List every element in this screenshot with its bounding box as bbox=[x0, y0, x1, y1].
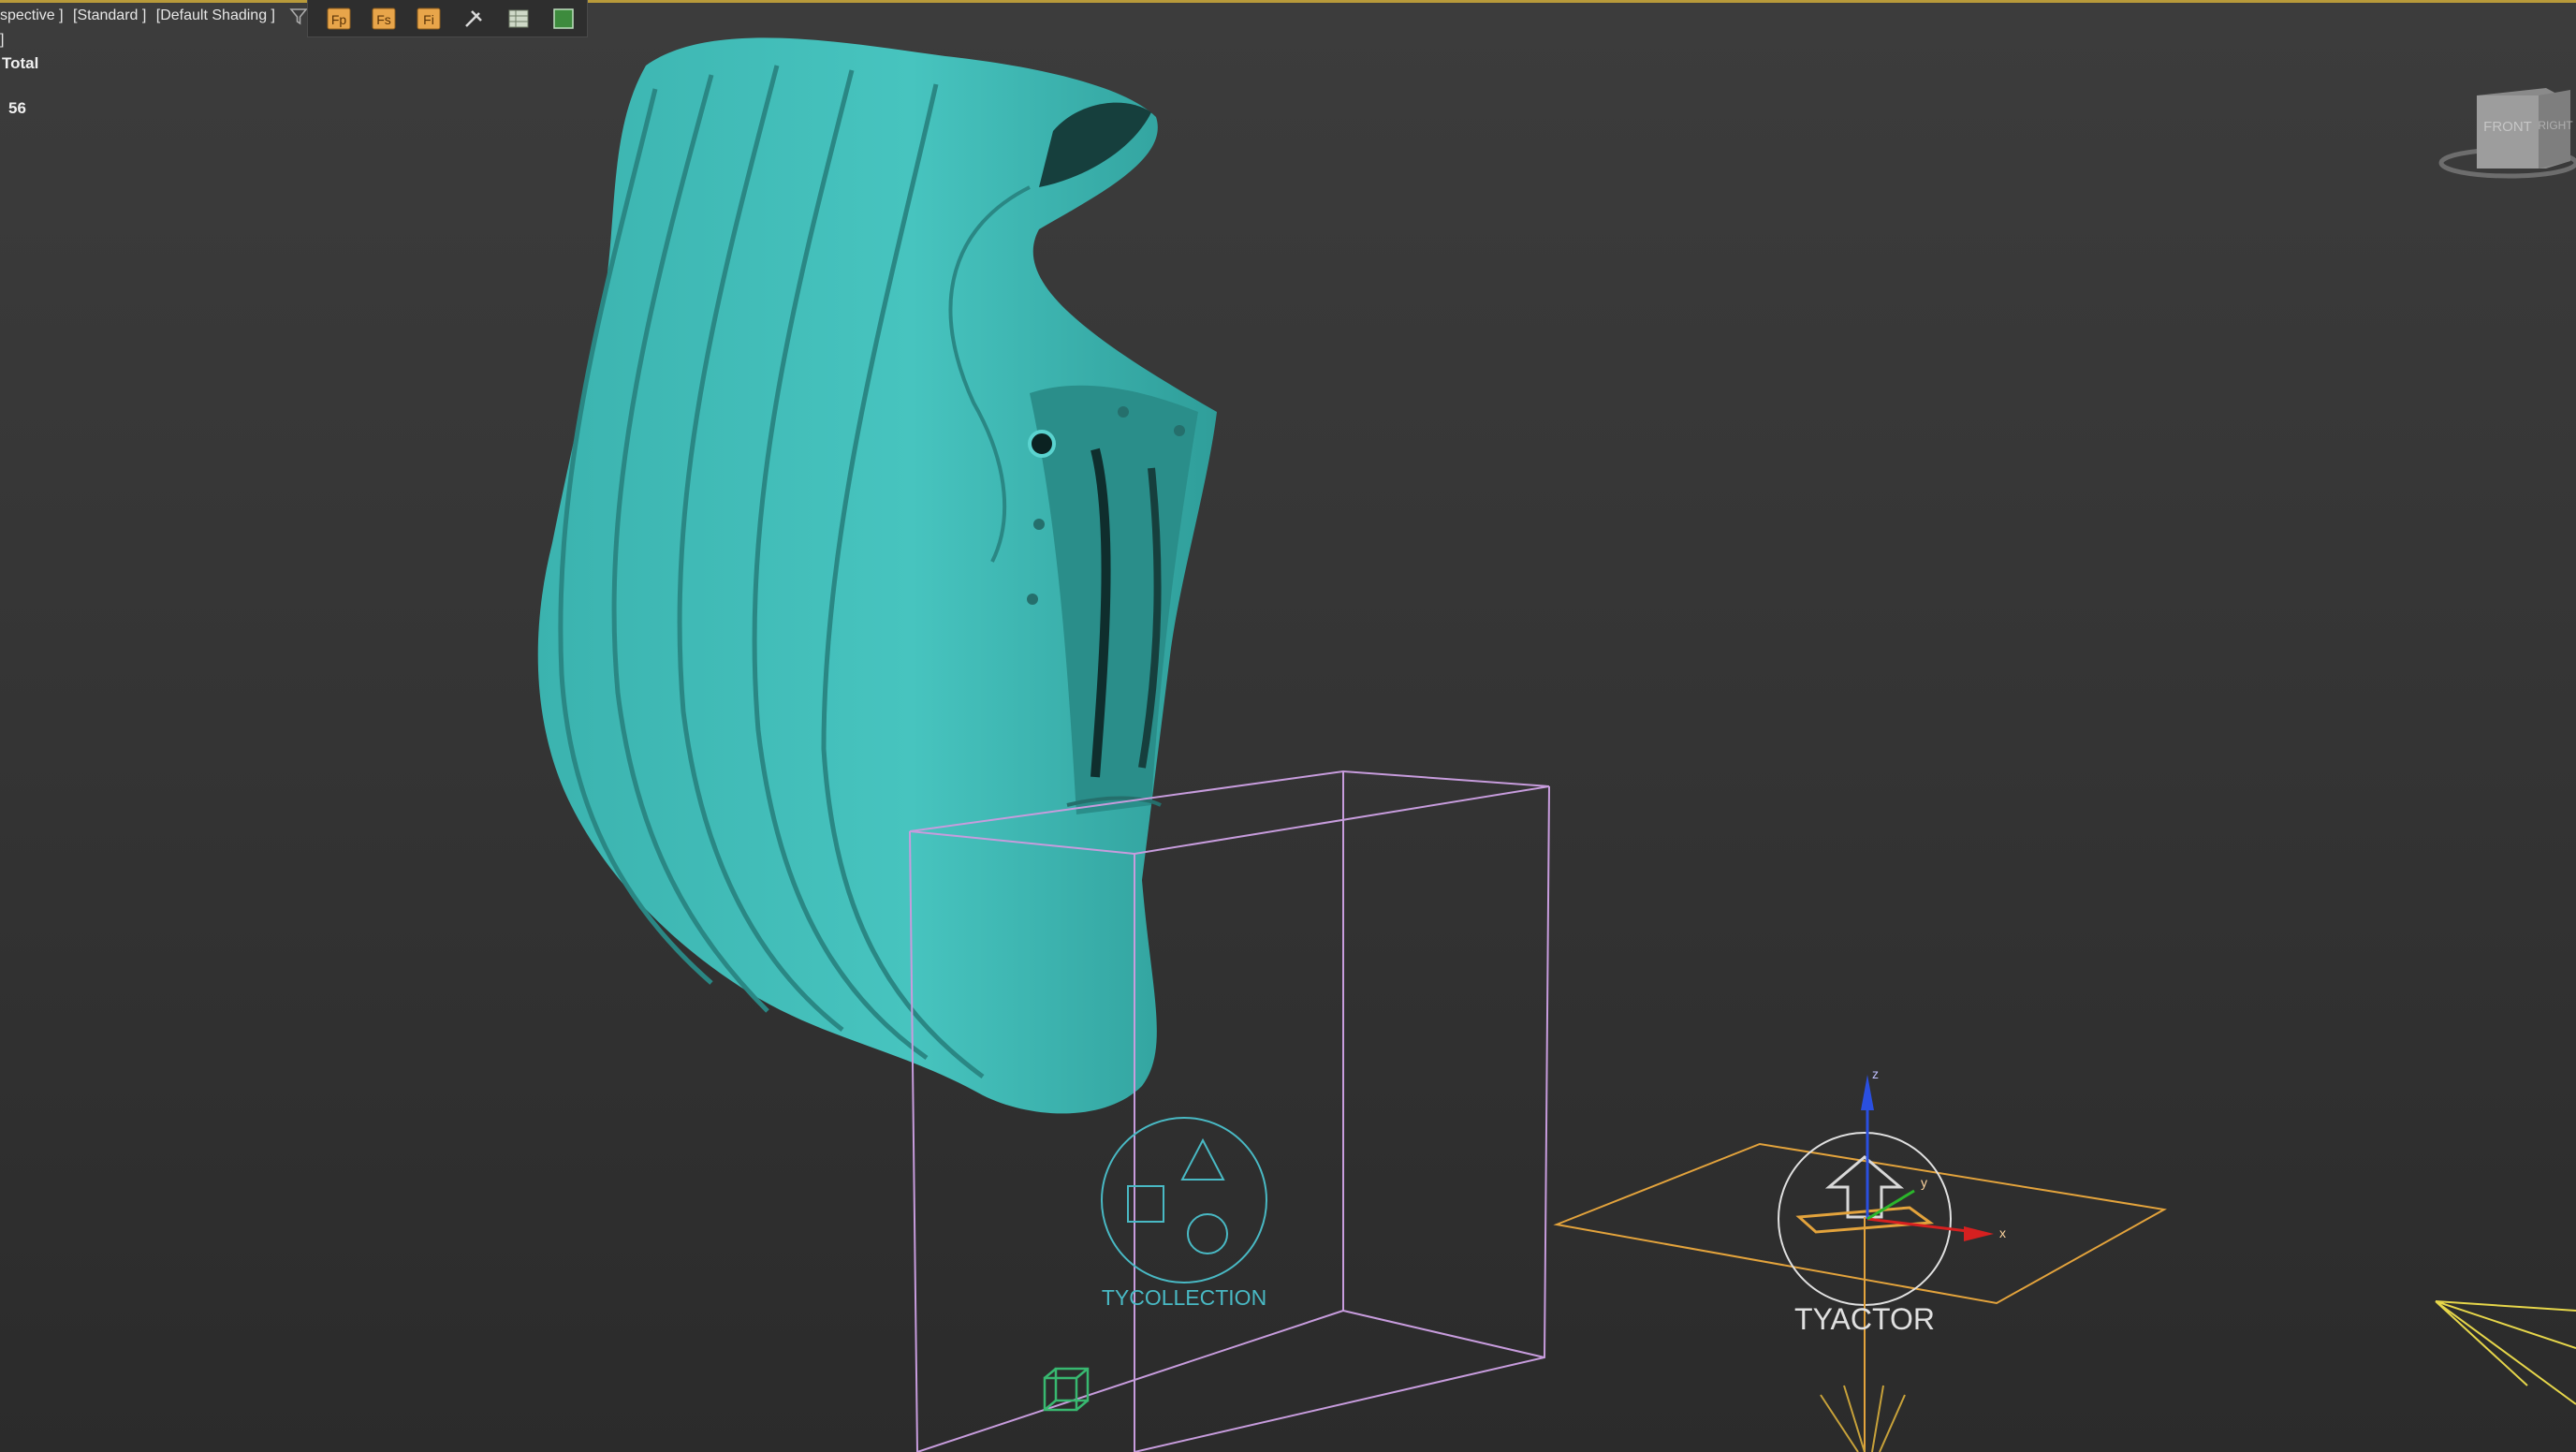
shoe-model[interactable] bbox=[537, 37, 1217, 1114]
tycollection-helper[interactable]: TYCOLLECTION bbox=[1101, 1117, 1267, 1310]
cube-gizmo-icon[interactable] bbox=[1043, 1367, 1090, 1412]
tyactor-helper[interactable]: z x y TYACTOR bbox=[1778, 1066, 2006, 1452]
viewcube-right-label: RIGHT bbox=[2538, 119, 2573, 132]
axis-x-label: x bbox=[1999, 1225, 2006, 1240]
viewport-scene[interactable]: TYCOLLECTION z x y TYACTOR bbox=[0, 0, 2576, 1452]
viewcube-front-label: FRONT bbox=[2483, 119, 2532, 135]
camera-frustum[interactable] bbox=[2435, 1300, 2576, 1405]
light-cone[interactable] bbox=[1820, 1385, 1906, 1452]
axis-y-label: y bbox=[1921, 1175, 1927, 1190]
tycollection-label: TYCOLLECTION bbox=[1102, 1285, 1266, 1310]
tyactor-label: TYACTOR bbox=[1794, 1302, 1935, 1336]
viewcube[interactable]: FRONT RIGHT bbox=[2434, 82, 2576, 185]
ground-plane[interactable] bbox=[1553, 1142, 2167, 1305]
axis-z-label: z bbox=[1872, 1066, 1879, 1081]
